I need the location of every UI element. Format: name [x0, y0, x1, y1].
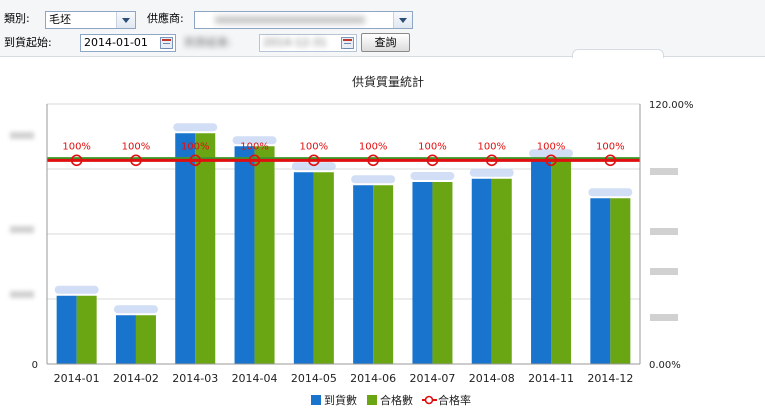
bar-arrival [531, 159, 552, 364]
supplier-redacted [215, 16, 365, 24]
bar-qualified [195, 133, 216, 364]
x-tick-label: 2014-03 [172, 372, 218, 385]
supplier-label: 供應商: [147, 12, 184, 25]
calendar-icon[interactable] [160, 37, 173, 49]
redacted-data-label [469, 168, 514, 177]
chevron-down-icon[interactable] [116, 12, 135, 28]
start-date-value: 2014-01-01 [84, 36, 148, 49]
y2-tick-label: 0.00% [649, 360, 681, 371]
bar-qualified [313, 172, 334, 364]
redacted-data-label [410, 172, 455, 180]
start-date-label: 到貨起始: [4, 36, 52, 49]
legend-label: 到貨數 [324, 393, 357, 407]
redacted-tick [10, 226, 34, 233]
bar-qualified [254, 146, 275, 364]
redacted-tick [650, 314, 678, 321]
quality-chart: 供貨質量統計 100% 100% 100% 100% 100% 100% 100% 100% 1… [10, 74, 694, 407]
redacted-data-label [351, 175, 396, 184]
rate-data-label: 100% [418, 141, 447, 152]
supplier-select[interactable] [194, 11, 413, 29]
x-tick-label: 2014-01 [54, 372, 100, 385]
legend-swatch [367, 395, 377, 405]
rate-data-label: 100% [181, 141, 210, 152]
redacted-tick [650, 228, 678, 235]
rate-data-label: 100% [240, 141, 269, 152]
category-label: 類別: [4, 12, 30, 25]
start-date-field[interactable]: 2014-01-01 [80, 34, 176, 52]
calendar-icon[interactable] [341, 37, 354, 49]
y-tick-label: 0 [32, 360, 38, 371]
bar-arrival [115, 315, 136, 364]
x-tick-label: 2014-11 [528, 372, 574, 385]
bar-qualified [432, 182, 453, 364]
end-date-value: 2014-12-31 [263, 36, 327, 49]
redacted-data-label [54, 285, 99, 294]
category-select[interactable]: 毛坯 [45, 11, 136, 29]
rate-data-label: 100% [596, 141, 625, 152]
redacted-tick [650, 268, 678, 275]
rate-data-label: 100% [122, 141, 151, 152]
chart-legend: 到貨數 合格數 合格率 [311, 393, 471, 407]
bar-qualified [551, 159, 572, 364]
bar-arrival [175, 133, 196, 364]
category-value: 毛坯 [49, 13, 71, 26]
legend-swatch [311, 395, 321, 405]
bar-qualified [610, 198, 631, 364]
bar-arrival [353, 185, 374, 364]
bar-arrival [471, 178, 492, 364]
rate-data-label: 100% [477, 141, 506, 152]
redacted-tick [10, 132, 34, 139]
y2-tick-label: 120.00% [649, 100, 694, 111]
bar-qualified [76, 295, 97, 364]
x-tick-label: 2014-06 [350, 372, 396, 385]
rate-data-label: 100% [62, 141, 91, 152]
redacted-data-label [588, 188, 633, 197]
redacted-tick [10, 291, 34, 298]
redacted-data-label [291, 162, 336, 171]
chevron-down-icon[interactable] [393, 12, 412, 28]
bar-arrival [234, 146, 255, 364]
redacted-tick [650, 168, 678, 175]
bar-arrival [293, 172, 314, 364]
x-tick-label: 2014-04 [232, 372, 278, 385]
filter-bar: 類別: 毛坯 供應商: 到貨起始: 2014-01-01 到貨結束: 2014-… [0, 0, 765, 58]
x-tick-label: 2014-05 [291, 372, 337, 385]
rate-data-label: 100% [300, 141, 329, 152]
bar-qualified [135, 315, 156, 364]
bar-qualified [491, 178, 512, 364]
x-tick-label: 2014-07 [409, 372, 455, 385]
redacted-data-label [173, 123, 218, 132]
bar-arrival [56, 295, 77, 364]
bar-arrival [590, 198, 611, 364]
x-tick-label: 2014-08 [469, 372, 515, 385]
rate-data-label: 100% [359, 141, 388, 152]
x-tick-label: 2014-02 [113, 372, 159, 385]
end-date-label: 到貨結束: [184, 36, 232, 49]
rate-data-label: 100% [537, 141, 566, 152]
legend-label: 合格數 [380, 393, 413, 407]
legend-swatch [424, 395, 434, 405]
bar-qualified [373, 185, 394, 364]
legend-label: 合格率 [438, 393, 471, 407]
bar-arrival [412, 182, 433, 364]
x-tick-label: 2014-12 [587, 372, 633, 385]
query-button[interactable]: 查詢 [361, 33, 410, 52]
end-date-field[interactable]: 2014-12-31 [259, 34, 357, 52]
redacted-data-label [113, 305, 158, 314]
chart-title: 供貨質量統計 [352, 74, 424, 89]
